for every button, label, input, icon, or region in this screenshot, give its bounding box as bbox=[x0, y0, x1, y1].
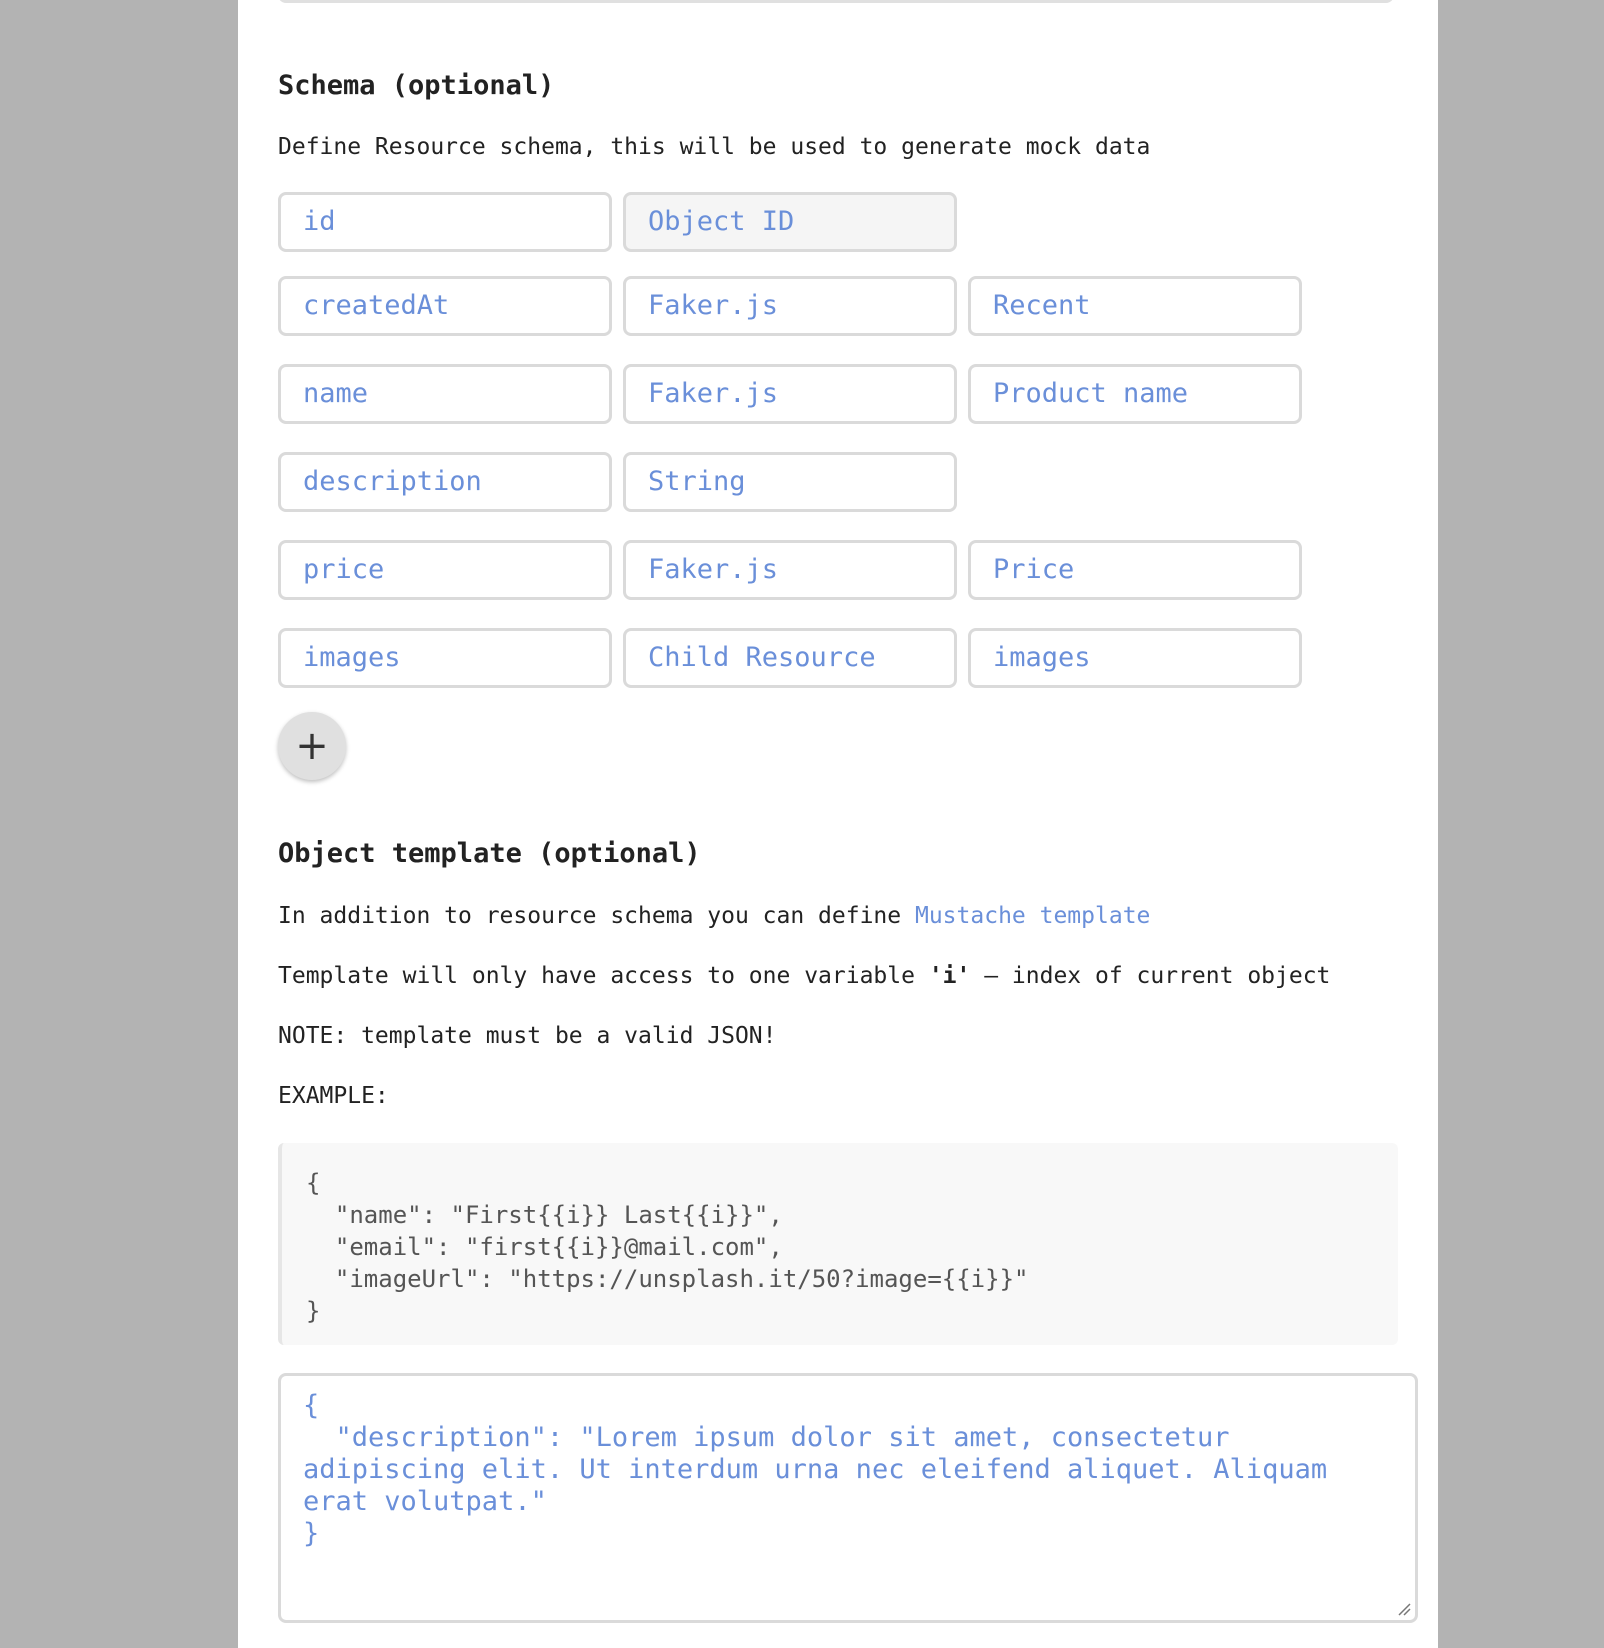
template-textarea-value[interactable]: { "description": "Lorem ipsum dolor sit … bbox=[303, 1390, 1393, 1550]
mustache-template-link[interactable]: Mustache template bbox=[915, 903, 1150, 929]
schema-field-name[interactable]: description bbox=[278, 452, 612, 512]
example-label: EXAMPLE: bbox=[278, 1083, 389, 1109]
schema-field-option[interactable]: Recent bbox=[968, 276, 1302, 336]
form-panel: Schema (optional) Define Resource schema… bbox=[238, 0, 1438, 1648]
template-note: NOTE: template must be a valid JSON! bbox=[278, 1023, 777, 1049]
schema-field-name[interactable]: createdAt bbox=[278, 276, 612, 336]
schema-field-type[interactable]: Child Resource bbox=[623, 628, 957, 688]
template-variable-suffix: – index of current object bbox=[970, 963, 1331, 989]
template-title: Object template (optional) bbox=[278, 838, 701, 869]
schema-field-name[interactable]: name bbox=[278, 364, 612, 424]
template-variable-info: Template will only have access to one va… bbox=[278, 963, 1330, 991]
template-textarea[interactable]: { "description": "Lorem ipsum dolor sit … bbox=[278, 1373, 1418, 1623]
schema-field-option[interactable]: images bbox=[968, 628, 1302, 688]
schema-field-name[interactable]: id bbox=[278, 192, 612, 252]
schema-field-option[interactable]: Product name bbox=[968, 364, 1302, 424]
schema-field-type[interactable]: Faker.js bbox=[623, 364, 957, 424]
example-code: { "name": "First{{i}} Last{{i}}", "email… bbox=[306, 1169, 1029, 1325]
schema-field-type[interactable]: Faker.js bbox=[623, 276, 957, 336]
plus-icon: + bbox=[295, 723, 329, 769]
schema-title: Schema (optional) bbox=[278, 70, 555, 101]
schema-field-option[interactable]: Price bbox=[968, 540, 1302, 600]
schema-field-name[interactable]: images bbox=[278, 628, 612, 688]
schema-field-name[interactable]: price bbox=[278, 540, 612, 600]
example-code-block: { "name": "First{{i}} Last{{i}}", "email… bbox=[278, 1143, 1398, 1345]
schema-description: Define Resource schema, this will be use… bbox=[278, 134, 1151, 160]
template-variable-text: Template will only have access to one va… bbox=[278, 963, 929, 989]
resize-handle-icon[interactable] bbox=[1397, 1602, 1411, 1616]
previous-textarea[interactable] bbox=[278, 0, 1394, 3]
template-variable-name: 'i' bbox=[928, 963, 971, 989]
schema-field-type[interactable]: Object ID bbox=[623, 192, 957, 252]
schema-field-type[interactable]: String bbox=[623, 452, 957, 512]
schema-field-type[interactable]: Faker.js bbox=[623, 540, 957, 600]
template-intro: In addition to resource schema you can d… bbox=[278, 903, 1150, 931]
template-intro-text: In addition to resource schema you can d… bbox=[278, 903, 915, 929]
add-field-button[interactable]: + bbox=[278, 712, 346, 780]
